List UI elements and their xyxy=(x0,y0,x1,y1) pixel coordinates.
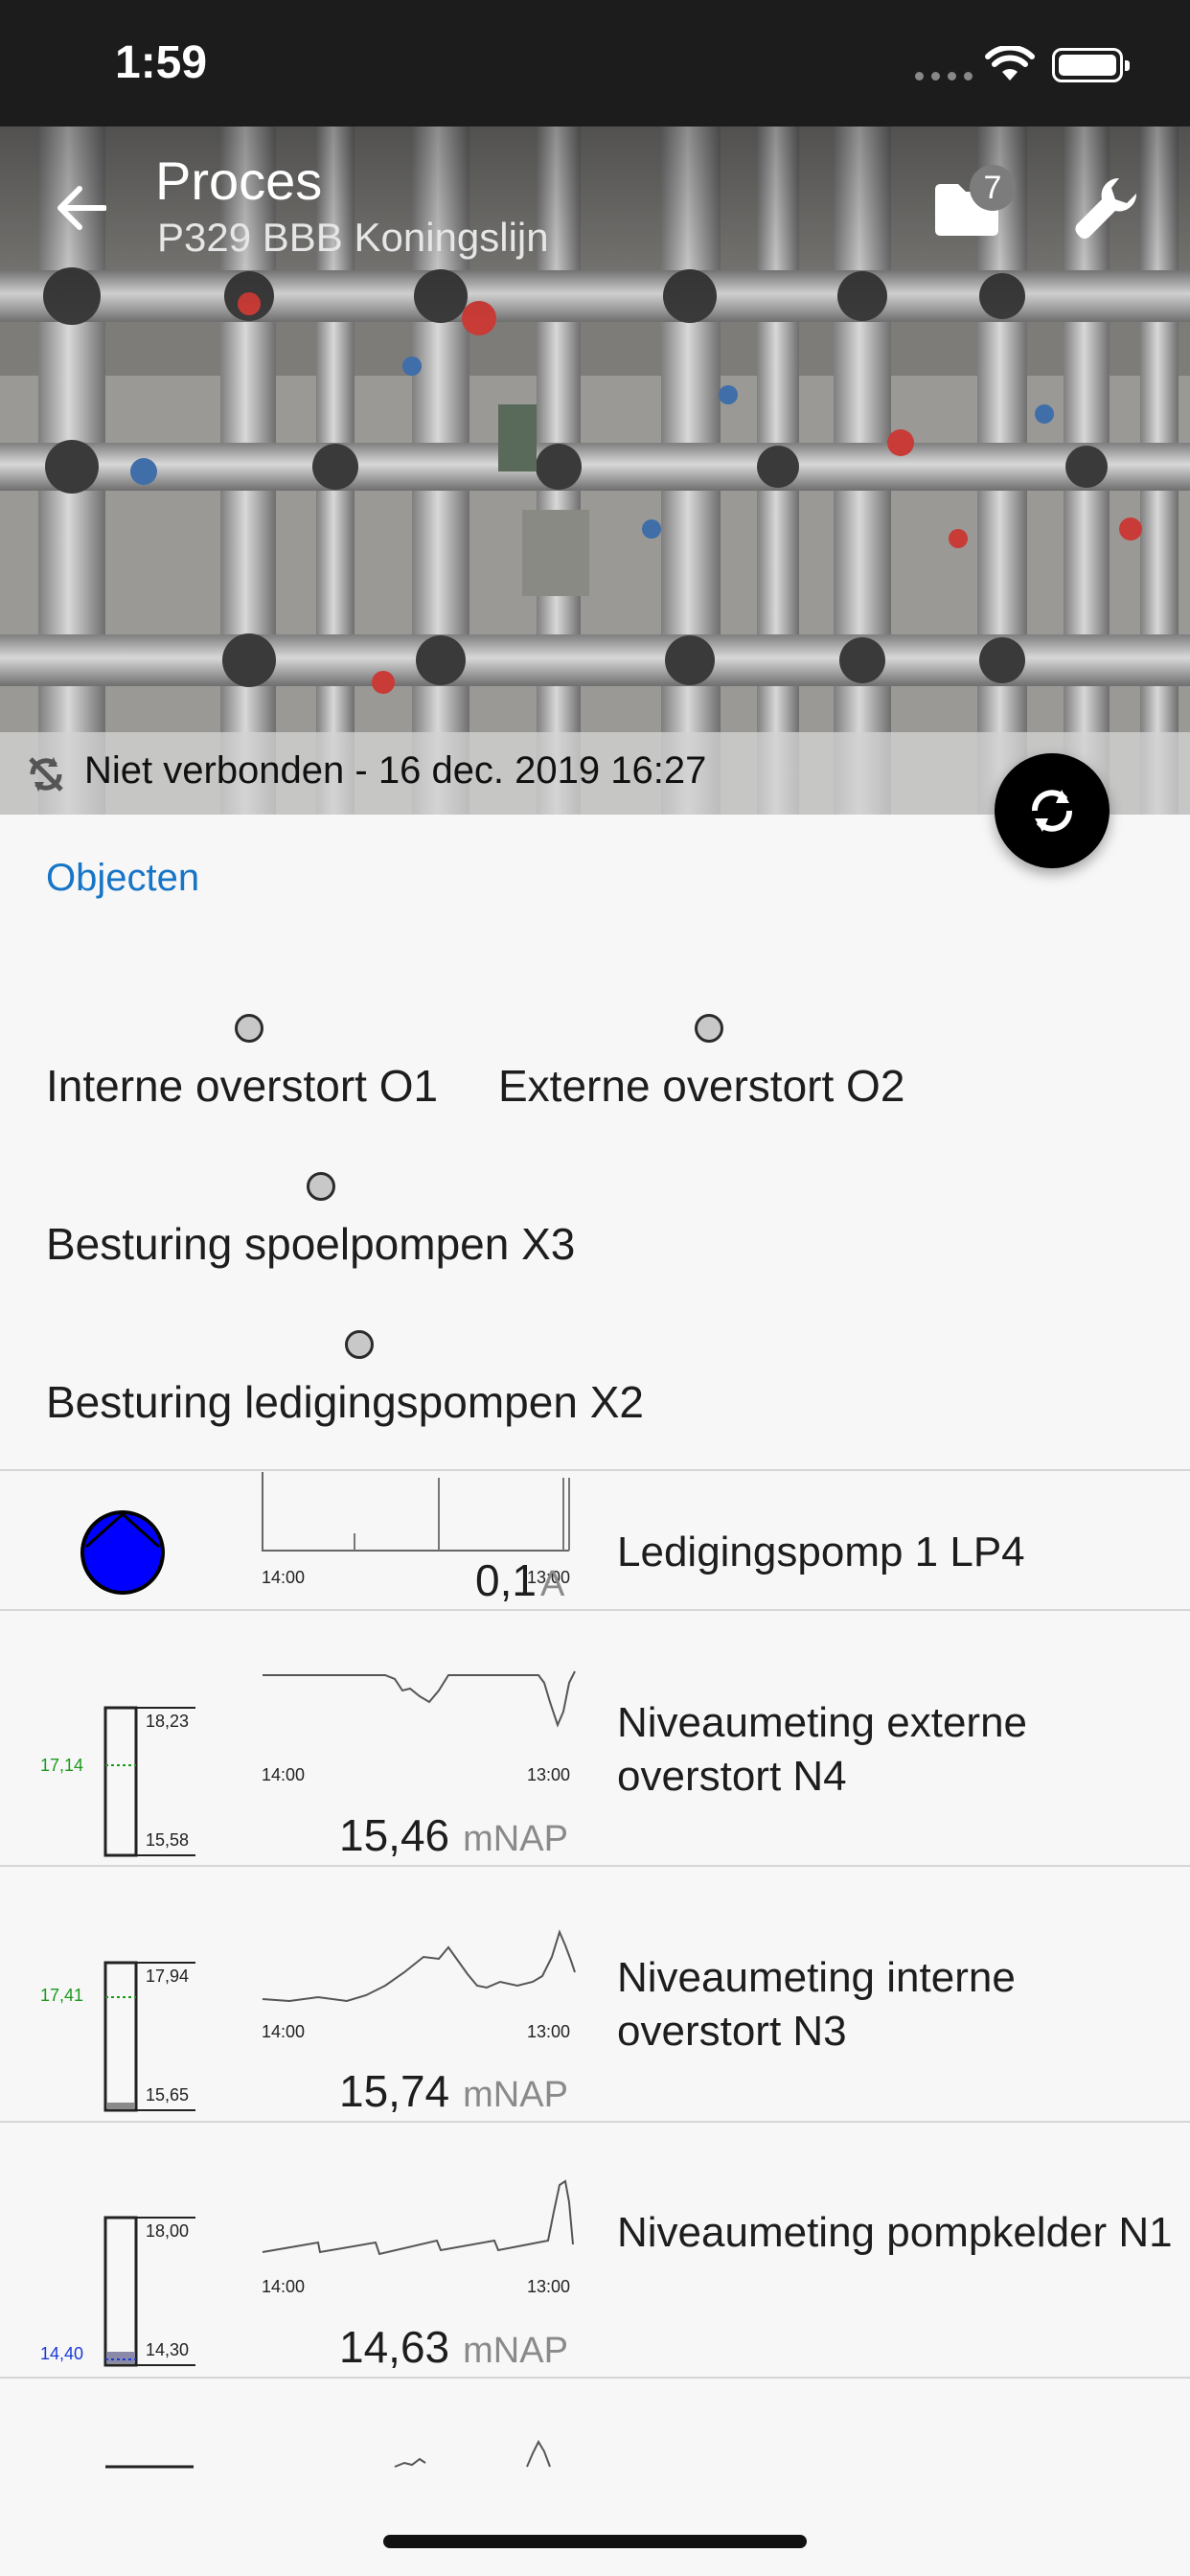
measurement-label: Niveaumeting externe overstort N4 xyxy=(617,1699,1028,1800)
trend-start-time: 14:00 xyxy=(262,2022,306,2041)
status-bar: 1:59 xyxy=(0,0,1190,126)
cellular-signal-icon xyxy=(915,72,973,80)
status-dot xyxy=(307,1172,335,1201)
trend-start-time: 14:00 xyxy=(262,2277,306,2296)
refresh-icon xyxy=(1032,790,1072,832)
objects-section-title: Objecten xyxy=(46,857,200,899)
settings-button[interactable] xyxy=(1071,174,1148,251)
measurement-value: 15,46 mNAP xyxy=(339,1810,568,1860)
refresh-button[interactable] xyxy=(995,753,1110,868)
battery-icon xyxy=(1052,48,1130,82)
trend-sparkline xyxy=(262,1929,576,2003)
status-dot xyxy=(695,1014,723,1043)
status-time: 1:59 xyxy=(115,37,208,88)
gauge-min: 15,58 xyxy=(146,1830,190,1850)
wifi-icon xyxy=(985,46,1035,80)
divider xyxy=(0,2377,1190,2379)
divider xyxy=(0,2121,1190,2123)
object-label: Externe overstort O2 xyxy=(498,1061,905,1111)
trend-end-time: 13:00 xyxy=(527,2277,571,2296)
status-dot xyxy=(345,1330,374,1359)
measurement-value: 0,1 A xyxy=(475,1555,565,1605)
trend-start-time: 14:00 xyxy=(262,1568,306,1587)
trend-start-time: 14:00 xyxy=(262,1765,306,1784)
gauge-min: 14,30 xyxy=(146,2340,190,2359)
trend-end-time: 13:00 xyxy=(527,2022,571,2041)
measurement-unit: mNAP xyxy=(463,1819,568,1859)
documents-count-badge: 7 xyxy=(970,165,1016,211)
object-label: Interne overstort O1 xyxy=(46,1061,439,1111)
measurement-label: Niveaumeting interne overstort N3 xyxy=(617,1954,1016,2055)
status-dot xyxy=(235,1014,263,1043)
object-label: Besturing ledigingspompen X2 xyxy=(46,1377,644,1427)
page-subtitle: P329 BBB Koningslijn xyxy=(157,215,549,260)
page-title: Proces xyxy=(155,150,323,211)
divider xyxy=(0,1865,1190,1867)
measurement-unit: mNAP xyxy=(463,2075,568,2115)
gauge-max: 17,94 xyxy=(146,1966,190,1986)
gauge-max: 18,23 xyxy=(146,1712,190,1731)
object-label: Besturing spoelpompen X3 xyxy=(46,1219,576,1269)
app-root: 1:59 Proces P329 BBB Koningslijn 7 Niet … xyxy=(0,0,1190,2576)
measurement-unit: mNAP xyxy=(463,2331,568,2371)
measurement-value: 15,74 mNAP xyxy=(339,2066,568,2116)
connection-status-text: Niet verbonden - 16 dec. 2019 16:27 xyxy=(84,749,707,792)
arrow-back-icon xyxy=(57,186,106,230)
measurement-label: Niveaumeting pompkelder N1 xyxy=(617,2209,1173,2256)
measurement-unit: A xyxy=(539,1564,565,1604)
measurement-label: Ledigingspomp 1 LP4 xyxy=(617,1529,1025,1576)
divider xyxy=(0,1469,1190,1471)
level-gauge xyxy=(105,2465,194,2469)
trend-sparkline xyxy=(394,2439,551,2468)
home-indicator[interactable] xyxy=(383,2535,807,2548)
measurement-value: 14,63 mNAP xyxy=(339,2322,568,2372)
divider xyxy=(0,1609,1190,1611)
gauge-max: 18,00 xyxy=(146,2221,190,2241)
gauge-marker: 17,14 xyxy=(40,1756,84,1775)
trend-sparkline xyxy=(262,2179,574,2256)
process-header: Proces P329 BBB Koningslijn 7 Niet verbo… xyxy=(0,126,1190,815)
gauge-marker: 14,40 xyxy=(40,2344,84,2363)
wrench-icon xyxy=(1075,177,1137,239)
sync-disabled-icon xyxy=(29,757,63,792)
gauge-min: 15,65 xyxy=(146,2085,190,2104)
trend-sparkline xyxy=(263,1670,576,1728)
pump-running-icon xyxy=(80,1510,165,1595)
trend-end-time: 13:00 xyxy=(527,1765,571,1784)
back-button[interactable] xyxy=(48,174,115,242)
gauge-marker: 17,41 xyxy=(40,1986,84,2005)
